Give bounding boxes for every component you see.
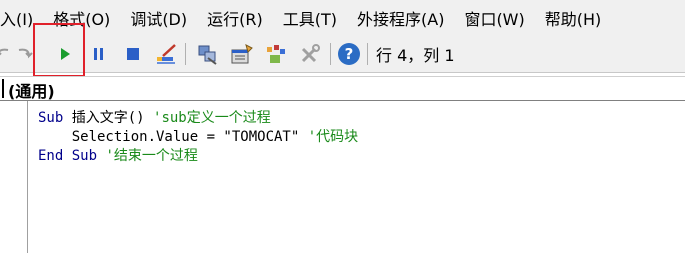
keyword-end-sub: End Sub	[38, 148, 98, 164]
properties-window-icon[interactable]	[230, 42, 254, 66]
menu-bar: 入(I) 格式(O) 调试(D) 运行(R) 工具(T) 外接程序(A) 窗口(…	[0, 0, 685, 36]
undo-icon[interactable]	[0, 42, 14, 66]
run-icon[interactable]	[53, 42, 77, 66]
menu-insert[interactable]: 入(I)	[0, 6, 43, 30]
code-text: 插入文字()	[63, 110, 154, 126]
dropdown-edge	[2, 79, 4, 98]
object-dropdown-value: (通用)	[8, 82, 55, 101]
code-comment: '代码块	[307, 129, 359, 145]
menu-format[interactable]: 格式(O)	[43, 6, 120, 30]
redo-icon[interactable]	[13, 42, 37, 66]
reset-icon[interactable]	[121, 42, 145, 66]
svg-text:?: ?	[345, 45, 354, 63]
object-browser-icon[interactable]	[264, 42, 288, 66]
code-line-1[interactable]: Sub 插入文字() 'sub定义一个过程	[38, 107, 271, 127]
menu-debug[interactable]: 调试(D)	[120, 6, 197, 30]
menu-addins[interactable]: 外接程序(A)	[347, 6, 454, 30]
toolbar-separator	[367, 43, 368, 65]
help-icon[interactable]: ?	[337, 42, 361, 66]
menu-help[interactable]: 帮助(H)	[535, 6, 612, 30]
code-text: Selection.Value = "TOMOCAT"	[38, 129, 308, 145]
toolbar-separator	[185, 43, 186, 65]
standard-toolbar: ?	[0, 36, 685, 73]
menu-run[interactable]: 运行(R)	[197, 6, 273, 30]
break-icon[interactable]	[87, 42, 111, 66]
toolbox-icon[interactable]	[298, 42, 322, 66]
code-comment: 'sub定义一个过程	[153, 110, 271, 126]
menu-window[interactable]: 窗口(W)	[454, 6, 534, 30]
code-comment: '结束一个过程	[105, 148, 198, 164]
project-explorer-icon[interactable]	[196, 42, 220, 66]
object-dropdown[interactable]: (通用)	[0, 76, 685, 101]
margin-indicator-bar[interactable]	[0, 101, 28, 253]
keyword-sub: Sub	[38, 110, 64, 126]
code-editor[interactable]: Sub 插入文字() 'sub定义一个过程 Selection.Value = …	[0, 101, 685, 253]
code-line-2[interactable]: Selection.Value = "TOMOCAT" '代码块	[38, 126, 358, 146]
menu-tools[interactable]: 工具(T)	[273, 6, 347, 30]
code-line-3[interactable]: End Sub '结束一个过程	[38, 145, 198, 165]
toolbar-separator	[330, 43, 331, 65]
design-mode-icon[interactable]	[154, 42, 178, 66]
cursor-position-indicator: 行 4，列 1	[376, 46, 455, 65]
